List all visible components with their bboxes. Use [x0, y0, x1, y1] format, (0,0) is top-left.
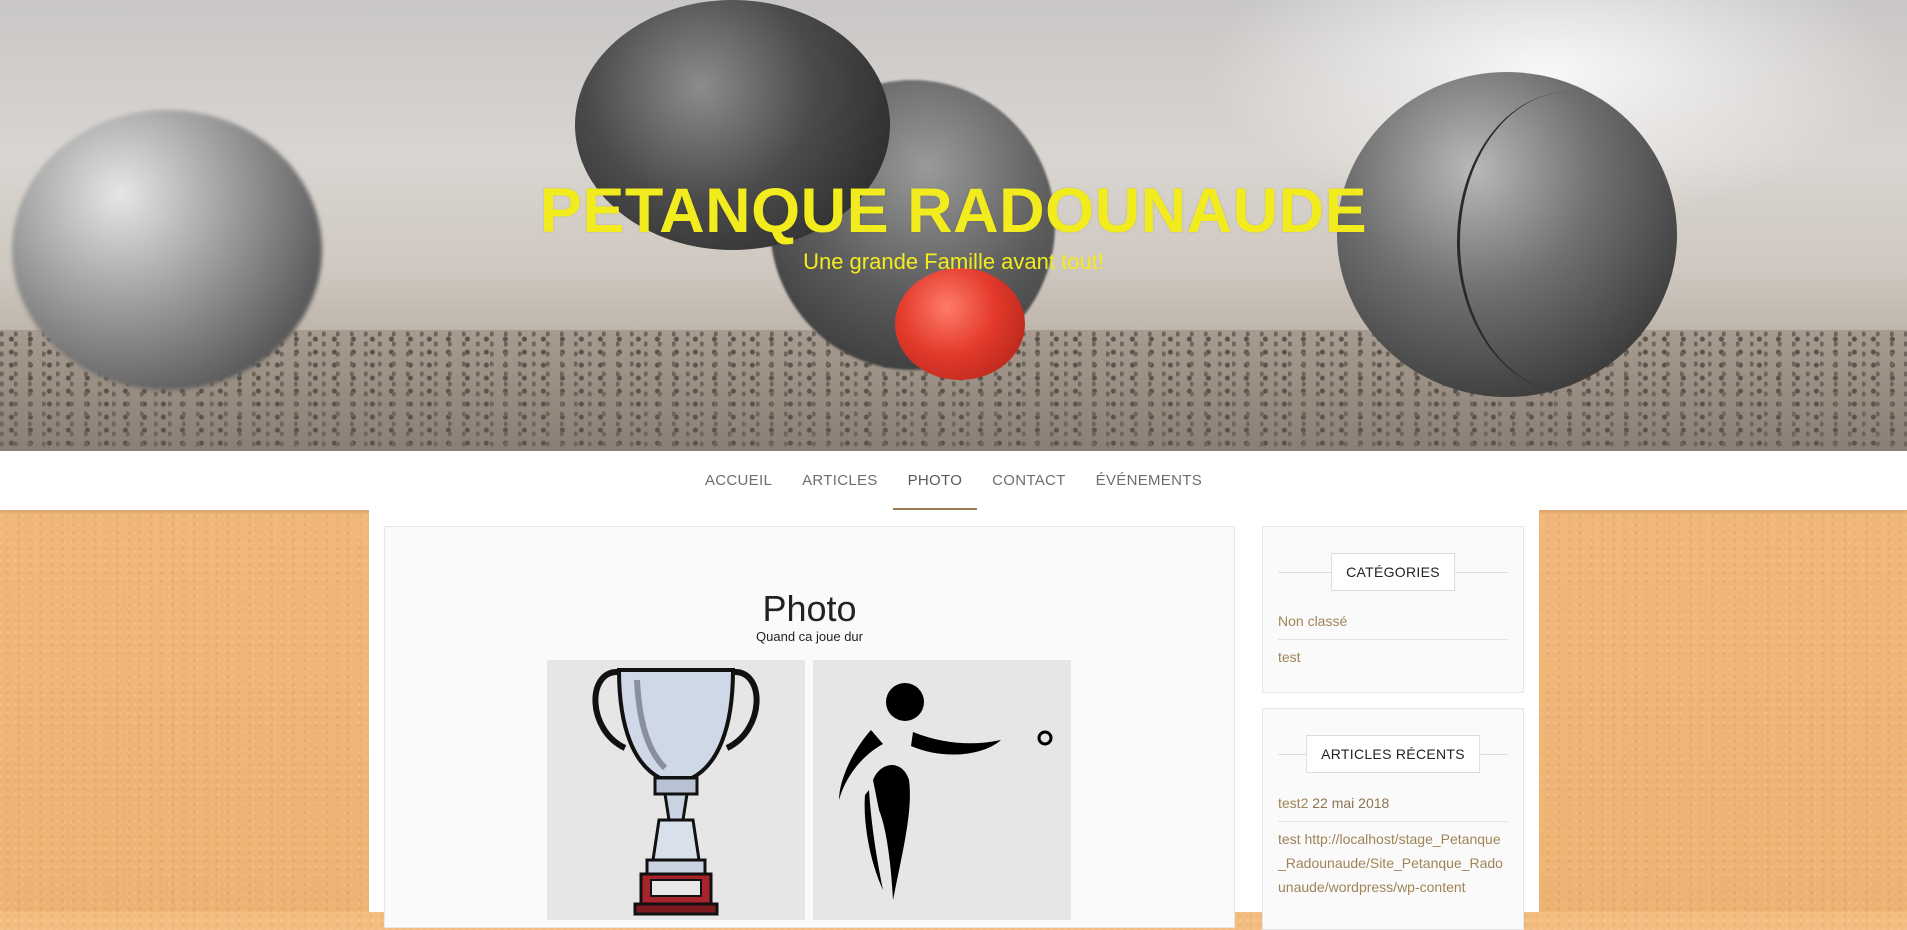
recent-post-item[interactable]: test2 22 mai 2018 — [1278, 789, 1508, 822]
recent-post-link[interactable]: test http://localhost/stage_Petanque_Rad… — [1278, 831, 1503, 895]
main-article: Photo Quand ca joue dur — [384, 526, 1235, 928]
site-tagline: Une grande Famille avant tout! — [803, 249, 1104, 274]
nav-item-photo[interactable]: PHOTO — [892, 451, 978, 510]
nav-item-evenements[interactable]: ÉVÉNEMENTS — [1081, 451, 1217, 510]
widget-title: ARTICLES RÉCENTS — [1306, 735, 1480, 773]
category-link[interactable]: test — [1278, 643, 1508, 675]
petanque-player-image[interactable] — [813, 660, 1071, 920]
trophy-icon — [592, 668, 760, 916]
gallery-caption: Quand ca joue dur — [756, 629, 863, 644]
category-link[interactable]: Non classé — [1278, 607, 1508, 640]
site-title[interactable]: PETANQUE RADOUNAUDE — [0, 175, 1907, 247]
page-title: Photo — [762, 588, 857, 629]
main-navigation: ACCUEIL ARTICLES PHOTO CONTACT ÉVÉNEMENT… — [0, 451, 1907, 510]
content-wrapper: Photo Quand ca joue dur CATÉGORIES Non c… — [369, 510, 1539, 930]
jack-ball-image — [895, 268, 1025, 380]
nav-item-accueil[interactable]: ACCUEIL — [690, 451, 787, 510]
widget-title: CATÉGORIES — [1331, 553, 1455, 591]
petanque-player-icon — [839, 683, 1053, 900]
recent-post-date: 22 mai 2018 — [1312, 795, 1390, 811]
nav-item-articles[interactable]: ARTICLES — [787, 451, 892, 510]
trophy-image[interactable] — [547, 660, 805, 920]
categories-widget: CATÉGORIES Non classé test — [1262, 526, 1524, 693]
recent-posts-widget: ARTICLES RÉCENTS test2 22 mai 2018 test … — [1262, 708, 1524, 930]
nav-item-contact[interactable]: CONTACT — [977, 451, 1080, 510]
header-banner: PETANQUE RADOUNAUDE Une grande Famille a… — [0, 0, 1907, 451]
recent-post-item[interactable]: test http://localhost/stage_Petanque_Rad… — [1278, 825, 1508, 907]
recent-post-link[interactable]: test2 — [1278, 795, 1308, 811]
